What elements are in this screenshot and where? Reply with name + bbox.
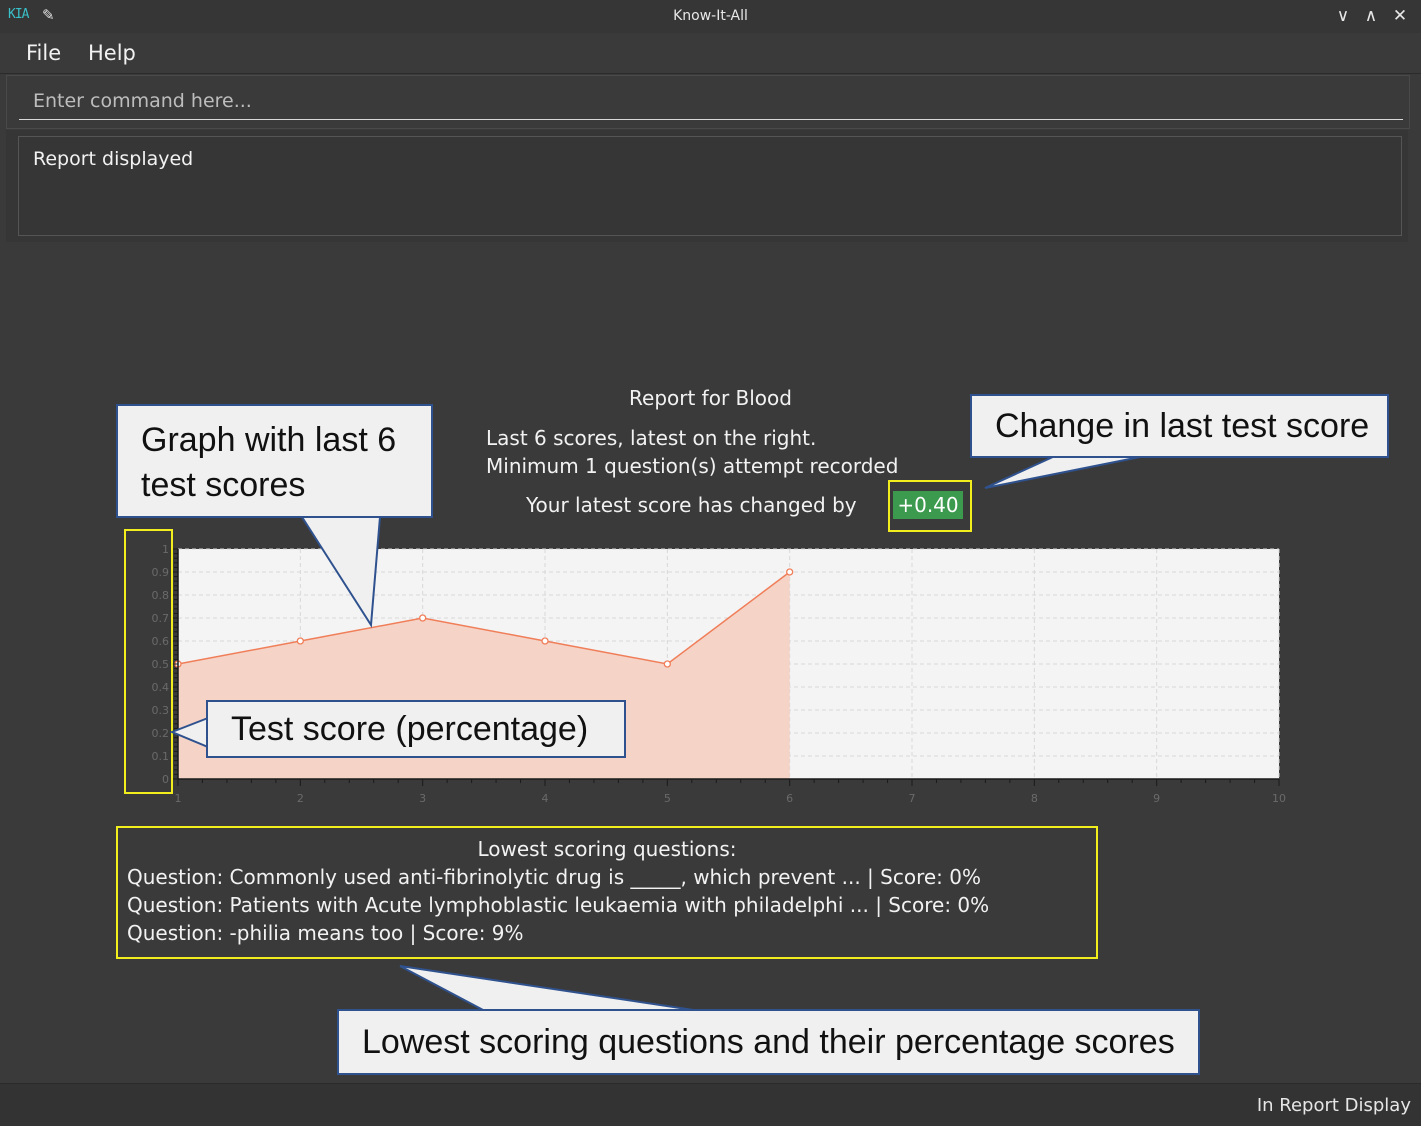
graph-callout: Graph with last 6 test scores	[116, 404, 433, 518]
lowest-callout: Lowest scoring questions and their perce…	[337, 1009, 1200, 1075]
graph-callout-line1: Graph with last 6	[141, 421, 397, 459]
change-callout: Change in last test score	[970, 394, 1389, 458]
score-callout-pointer	[169, 716, 209, 749]
change-callout-pointer	[984, 455, 1146, 489]
change-callout-text: Change in last test score	[995, 407, 1370, 445]
score-callout-text: Test score (percentage)	[231, 710, 589, 748]
callout-pointers	[169, 455, 1146, 1012]
graph-callout-pointer	[300, 516, 382, 629]
score-callout: Test score (percentage)	[206, 700, 626, 758]
graph-callout-text: Graph with last 6 test scores	[141, 418, 396, 508]
lowest-callout-pointer	[399, 965, 701, 1012]
lowest-callout-text: Lowest scoring questions and their perce…	[362, 1023, 1175, 1061]
graph-callout-line2: test scores	[141, 466, 306, 504]
